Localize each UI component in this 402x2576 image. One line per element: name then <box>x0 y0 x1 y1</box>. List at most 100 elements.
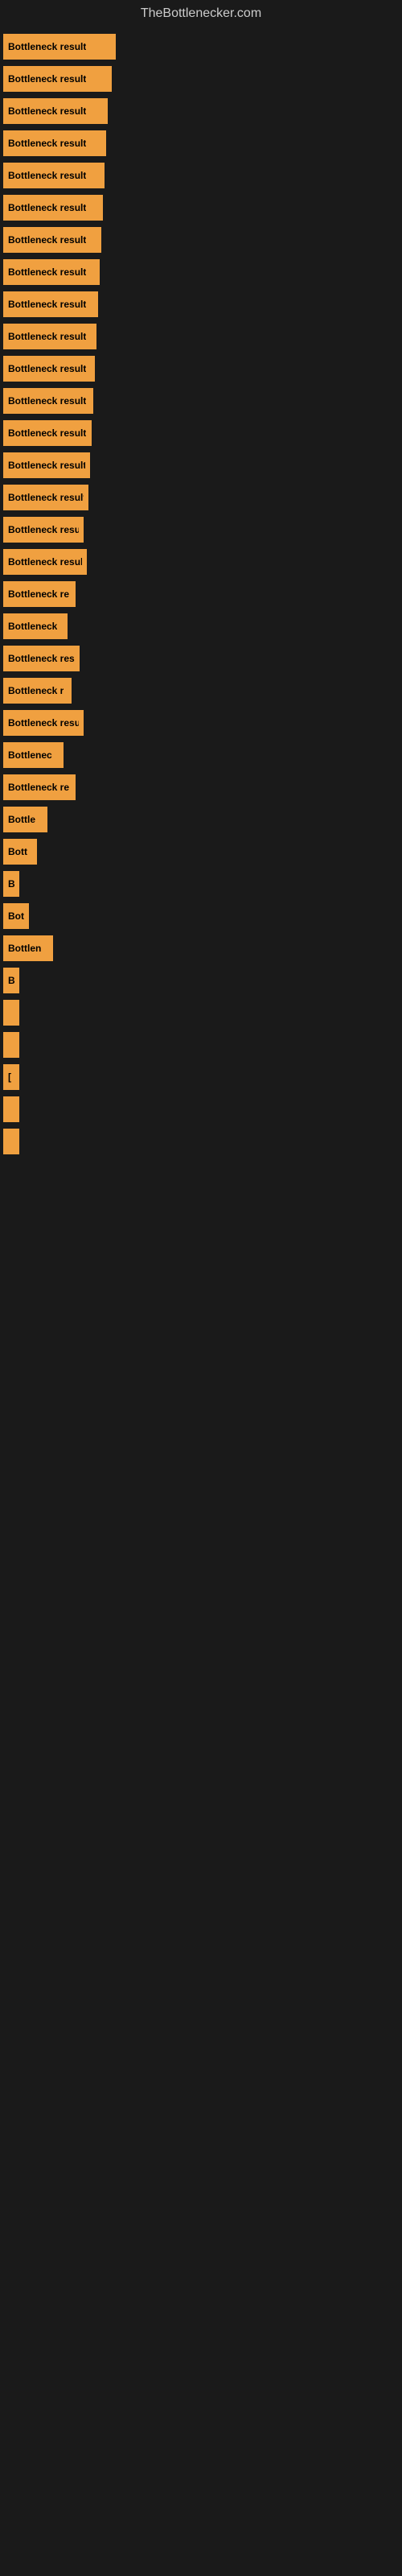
bar-label: Bottleneck result <box>8 266 86 278</box>
bar: B <box>3 871 19 897</box>
bar: Bottleneck result <box>3 549 87 575</box>
bar: Bottle <box>3 807 47 832</box>
bar-label: Bottleneck result <box>8 170 86 181</box>
bar: Bottleneck result <box>3 388 93 414</box>
bar-label: Bottleneck result <box>8 105 86 117</box>
bar: Bottleneck result <box>3 452 90 478</box>
bar: [ <box>3 1064 19 1090</box>
bar-item: Bottleneck result <box>0 34 402 60</box>
bar-item: B <box>0 871 402 897</box>
bar: Bottleneck result <box>3 163 105 188</box>
bar-label: Bottleneck result <box>8 363 86 374</box>
bar-label: B <box>8 975 14 986</box>
bar-item: [ <box>0 1064 402 1090</box>
bar: Bottleneck result <box>3 195 103 221</box>
bar: Bottleneck result <box>3 227 101 253</box>
bar: Bottleneck result <box>3 130 106 156</box>
bar-label: [ <box>8 1071 11 1083</box>
bar-item: Bottleneck resu <box>0 517 402 543</box>
bar: Bottleneck result <box>3 356 95 382</box>
bar-item: Bottleneck <box>0 613 402 639</box>
bar-item: B <box>0 968 402 993</box>
bar: Bottleneck result <box>3 34 116 60</box>
bar-item: Bottleneck result <box>0 195 402 221</box>
bar-item <box>0 1096 402 1122</box>
bar-item: Bottleneck re <box>0 774 402 800</box>
bar-item: Bottleneck result <box>0 452 402 478</box>
bar <box>3 1129 19 1154</box>
bar-label: B <box>8 878 14 890</box>
bar: Bottleneck result <box>3 485 88 510</box>
bar <box>3 1096 19 1122</box>
bar-item: Bottleneck result <box>0 259 402 285</box>
bar-item: Bottleneck r <box>0 678 402 704</box>
bars-container: Bottleneck result Bottleneck result Bottle… <box>0 34 402 1154</box>
bar-item: Bottleneck result <box>0 549 402 575</box>
bar-label: Bottlen <box>8 943 41 954</box>
bar: Bott <box>3 839 37 865</box>
bar: Bottleneck result <box>3 259 100 285</box>
bar-item: Bottleneck result <box>0 66 402 92</box>
bar: Bottleneck r <box>3 678 72 704</box>
bar-item: Bottleneck result <box>0 130 402 156</box>
bar-item: Bottlenec <box>0 742 402 768</box>
bar-item: Bottleneck result <box>0 388 402 414</box>
bar-label: Bottleneck result <box>8 234 86 246</box>
bar-label: Bottleneck resu <box>8 524 79 535</box>
bar: Bottleneck resu <box>3 517 84 543</box>
bar-item: Bottleneck res <box>0 646 402 671</box>
bar-label: Bottleneck result <box>8 41 86 52</box>
bar-item: Bottleneck re <box>0 581 402 607</box>
bar-item: Bottleneck resu <box>0 710 402 736</box>
bar-item: Bottleneck result <box>0 227 402 253</box>
bar-label: Bottleneck resu <box>8 717 79 729</box>
bar: Bottlenec <box>3 742 64 768</box>
bar-item <box>0 1129 402 1154</box>
bar-item <box>0 1000 402 1026</box>
bar-label: Bottle <box>8 814 35 825</box>
bar-label: Bottleneck result <box>8 556 82 568</box>
bar <box>3 1032 19 1058</box>
bar-label: Bottleneck re <box>8 588 69 600</box>
bar <box>3 1000 19 1026</box>
bar-item <box>0 1032 402 1058</box>
bar-item: Bottleneck result <box>0 356 402 382</box>
bar-item: Bottleneck result <box>0 98 402 124</box>
bar-label: Bottleneck re <box>8 782 69 793</box>
bar: Bottleneck result <box>3 98 108 124</box>
bar: Bottleneck re <box>3 774 76 800</box>
bar-label: Bottleneck res <box>8 653 75 664</box>
bar-label: Bottleneck result <box>8 460 85 471</box>
bar-item: Bot <box>0 903 402 929</box>
bar-label: Bottleneck result <box>8 492 84 503</box>
bar-label: Bot <box>8 910 24 922</box>
bar: Bottleneck result <box>3 324 96 349</box>
bar: Bottleneck resu <box>3 710 84 736</box>
bar-label: Bottleneck result <box>8 331 86 342</box>
bar-label: Bottleneck <box>8 621 57 632</box>
bar-item: Bottleneck result <box>0 291 402 317</box>
bar: Bottleneck result <box>3 420 92 446</box>
bar-item: Bottlen <box>0 935 402 961</box>
bar-label: Bott <box>8 846 27 857</box>
bar-item: Bott <box>0 839 402 865</box>
bar: B <box>3 968 19 993</box>
bar-label: Bottleneck result <box>8 73 86 85</box>
bar: Bottlen <box>3 935 53 961</box>
bar: Bottleneck result <box>3 66 112 92</box>
bar: Bottleneck res <box>3 646 80 671</box>
bar-item: Bottleneck result <box>0 485 402 510</box>
bar-label: Bottleneck result <box>8 427 86 439</box>
bar-label: Bottleneck result <box>8 299 86 310</box>
bar: Bottleneck <box>3 613 68 639</box>
bar-item: Bottleneck result <box>0 420 402 446</box>
bar-label: Bottleneck r <box>8 685 64 696</box>
bar: Bot <box>3 903 29 929</box>
bar: Bottleneck result <box>3 291 98 317</box>
bar-label: Bottleneck result <box>8 202 86 213</box>
bar-label: Bottleneck result <box>8 395 86 407</box>
bar-label: Bottleneck result <box>8 138 86 149</box>
bar: Bottleneck re <box>3 581 76 607</box>
bar-item: Bottle <box>0 807 402 832</box>
bar-item: Bottleneck result <box>0 163 402 188</box>
